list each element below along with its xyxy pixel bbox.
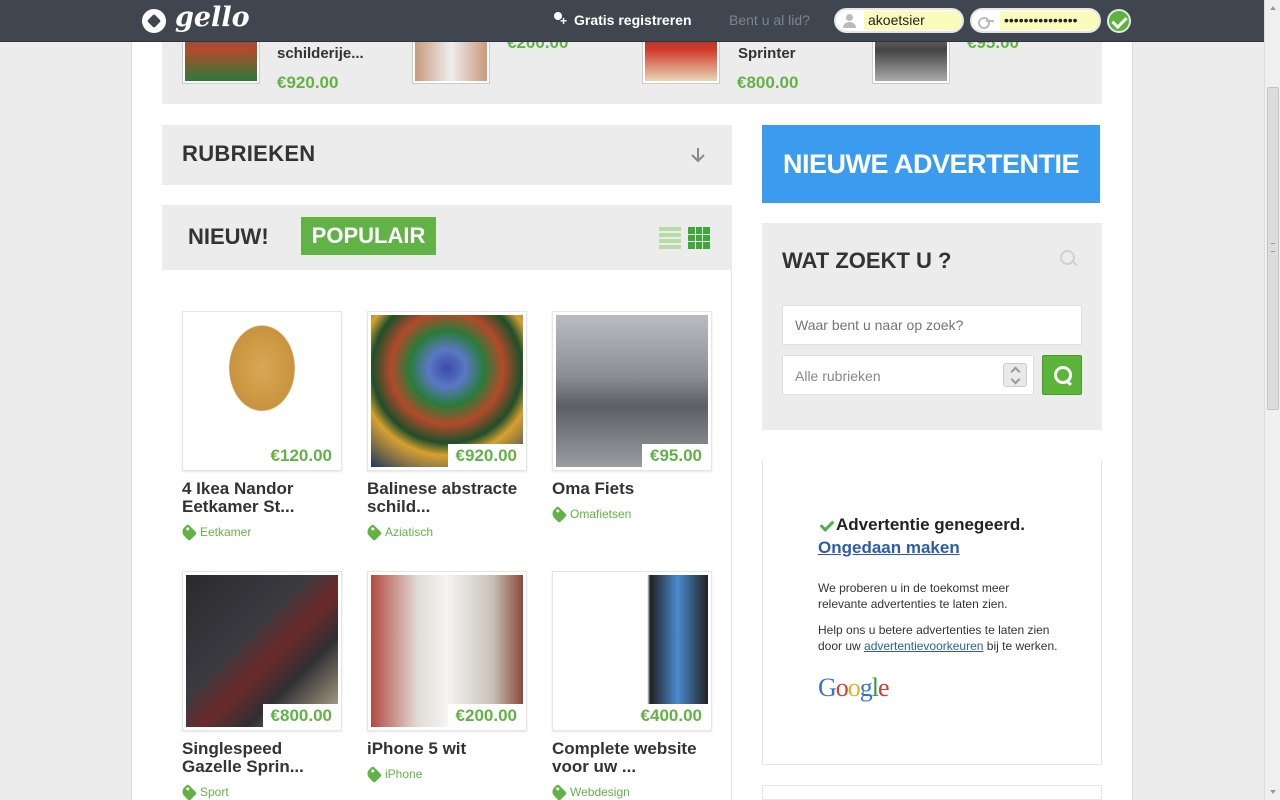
listing-card[interactable]: €200.00 iPhone 5 wit iPhone	[365, 571, 527, 783]
listing-title[interactable]: iPhone 5 wit	[367, 740, 527, 758]
listing-tag[interactable]: Sport	[180, 783, 342, 800]
ad-notice-heading-text: Advertentie genegeerd.	[836, 515, 1025, 534]
category-select-value: Alle rubrieken	[795, 368, 881, 384]
tab-popular[interactable]: POPULAIR	[301, 217, 436, 255]
password-value: •••••••••••••••	[1000, 11, 1099, 30]
listing-tag[interactable]: iPhone	[365, 765, 527, 783]
username-value: akoetsier	[864, 11, 962, 30]
tag-icon	[365, 765, 382, 783]
tag-icon	[180, 523, 197, 541]
listing-price: €800.00	[262, 704, 338, 727]
ad-notice-heading: Advertentie genegeerd.	[818, 515, 1025, 535]
listing-image[interactable]: €800.00	[182, 571, 342, 731]
tab-new[interactable]: NIEUW!	[188, 224, 269, 250]
listing-tag[interactable]: Eetkamer	[180, 523, 342, 541]
search-icon	[1060, 250, 1078, 268]
listing-title[interactable]: Oma Fiets	[552, 480, 712, 498]
register-link[interactable]: Gratis registreren	[552, 12, 692, 28]
ad-notice-panel: Advertentie genegeerd. Ongedaan maken We…	[762, 460, 1102, 765]
listing-image[interactable]: €95.00	[552, 311, 712, 471]
listing-title[interactable]: 4 Ikea Nandor Eetkamer St...	[182, 480, 342, 516]
list-view-icon[interactable]	[659, 227, 681, 249]
listing-title[interactable]: Complete website voor uw ...	[552, 740, 712, 776]
listing-tag[interactable]: Webdesign	[550, 783, 712, 800]
user-icon	[842, 13, 858, 28]
add-user-icon	[552, 12, 568, 28]
help-text-end: bij te werken.	[983, 639, 1058, 653]
google-logo: Google	[818, 673, 890, 702]
listing-image[interactable]: €120.00	[182, 311, 342, 471]
password-field[interactable]: •••••••••••••••	[970, 8, 1101, 33]
listing-card[interactable]: €400.00 Complete website voor uw ... Web…	[550, 571, 712, 800]
arrow-down-icon[interactable]	[688, 145, 708, 165]
key-icon	[978, 14, 994, 29]
listing-grid: €120.00 4 Ikea Nandor Eetkamer St... Eet…	[162, 270, 732, 800]
listing-tabs-bar: NIEUW! POPULAIR	[162, 205, 732, 270]
listing-card[interactable]: €120.00 4 Ikea Nandor Eetkamer St... Eet…	[180, 311, 342, 541]
ad-panel-bottom	[762, 785, 1102, 800]
vertical-scrollbar[interactable]	[1264, 0, 1280, 800]
logo-text[interactable]: gello	[175, 2, 250, 33]
username-field[interactable]: akoetsier	[834, 8, 964, 33]
scroll-down-icon[interactable]	[1265, 784, 1280, 800]
categories-panel[interactable]: RUBRIEKEN	[162, 125, 732, 185]
category-select[interactable]: Alle rubrieken	[782, 355, 1034, 395]
register-label: Gratis registreren	[574, 12, 692, 28]
member-prompt: Bent u al lid?	[729, 12, 810, 28]
listing-tag[interactable]: Aziatisch	[365, 523, 527, 541]
listing-price: €400.00	[632, 704, 708, 727]
listing-price: €120.00	[262, 444, 338, 467]
listing-image[interactable]: €200.00	[367, 571, 527, 731]
listing-card[interactable]: €920.00 Balinese abstracte schild... Azi…	[365, 311, 527, 541]
grid-view-icon[interactable]	[688, 227, 710, 249]
listing-price: €920.00	[447, 444, 523, 467]
listing-card[interactable]: €800.00 Singlespeed Gazelle Sprin... Spo…	[180, 571, 342, 800]
tag-icon	[180, 783, 197, 800]
carousel-title-3[interactable]: Sprinter	[738, 45, 796, 62]
listing-title[interactable]: Balinese abstracte schild...	[367, 480, 527, 516]
tag-icon	[550, 505, 567, 523]
ad-notice-text: We proberen u in de toekomst meer releva…	[818, 581, 1010, 611]
listing-title[interactable]: Singlespeed Gazelle Sprin...	[182, 740, 342, 776]
tag-icon	[550, 783, 567, 800]
tag-label: Omafietsen	[570, 507, 632, 521]
categories-title: RUBRIEKEN	[182, 141, 316, 166]
tag-label: Eetkamer	[200, 525, 252, 539]
tag-icon	[365, 523, 382, 541]
listing-image[interactable]: €920.00	[367, 311, 527, 471]
listing-price: €95.00	[642, 444, 708, 467]
select-arrows-icon	[1003, 363, 1027, 387]
search-title: WAT ZOEKT U ?	[782, 248, 952, 273]
listing-card[interactable]: €95.00 Oma Fiets Omafietsen	[550, 311, 712, 523]
ad-notice-help-text: Help ons u betere advertenties te laten …	[818, 622, 1058, 654]
listing-tag[interactable]: Omafietsen	[550, 505, 712, 523]
carousel-price-1: €920.00	[277, 73, 339, 92]
check-icon	[818, 518, 834, 532]
ad-preferences-link[interactable]: advertentievoorkeuren	[864, 639, 983, 653]
logo-tag-icon[interactable]	[142, 9, 166, 33]
carousel-title-1[interactable]: schilderije...	[277, 45, 364, 62]
tag-label: Webdesign	[570, 785, 630, 799]
tag-label: Aziatisch	[385, 525, 434, 539]
tag-label: Sport	[200, 785, 229, 799]
login-submit-button[interactable]	[1107, 9, 1131, 33]
top-navigation-bar: gello Gratis registreren Bent u al lid? …	[0, 0, 1264, 42]
new-ad-button[interactable]: NIEUWE ADVERTENTIE	[762, 125, 1100, 203]
search-input[interactable]	[782, 305, 1082, 345]
search-button[interactable]	[1042, 355, 1082, 395]
search-panel: WAT ZOEKT U ? Alle rubrieken	[762, 223, 1102, 430]
scroll-up-icon[interactable]	[1265, 0, 1280, 16]
listing-image[interactable]: €400.00	[552, 571, 712, 731]
listing-price: €200.00	[447, 704, 523, 727]
tag-label: iPhone	[385, 767, 423, 781]
carousel-price-3: €800.00	[737, 73, 799, 92]
undo-link[interactable]: Ongedaan maken	[818, 538, 960, 558]
scroll-thumb[interactable]	[1267, 87, 1279, 410]
